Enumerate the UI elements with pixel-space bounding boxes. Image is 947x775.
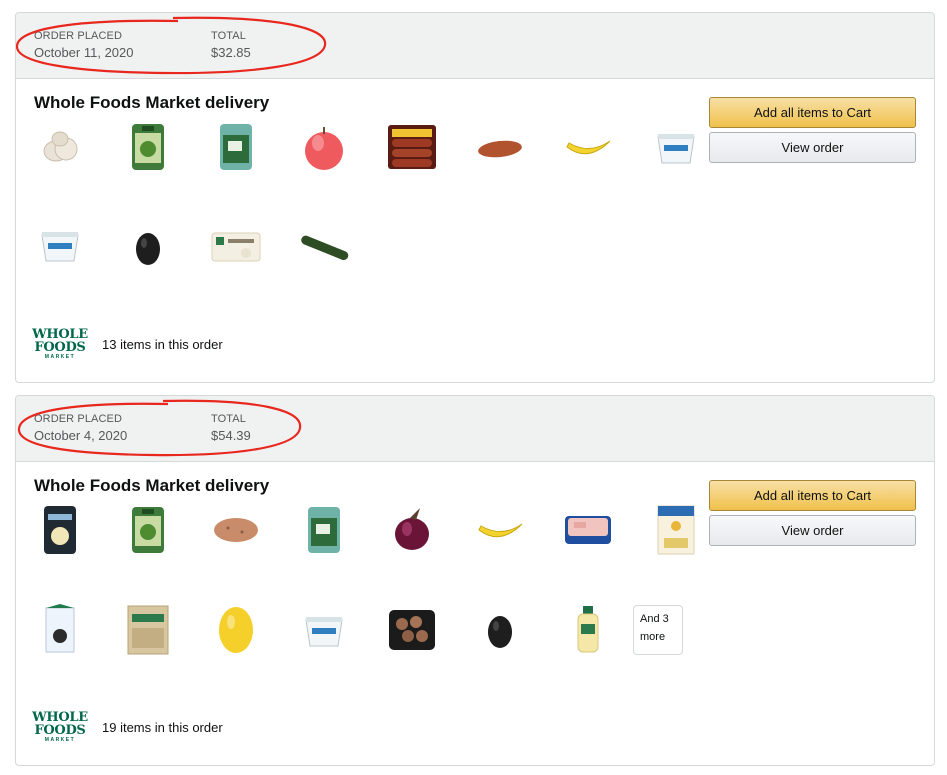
product-cauliflower-rice-bag-thumbnail[interactable] <box>210 221 262 273</box>
view-order-button[interactable]: View order <box>709 132 916 163</box>
order-placed-date: October 4, 2020 <box>34 428 128 443</box>
whole-foods-logo: WHOLE FOODS MARKET <box>32 707 88 747</box>
product-banana-thumbnail[interactable] <box>474 504 526 556</box>
order-total-value: $54.39 <box>211 428 251 443</box>
product-garlic-thumbnail[interactable] <box>34 121 86 173</box>
product-yogurt-cup-thumbnail[interactable] <box>650 121 702 173</box>
product-avocado-thumbnail[interactable] <box>474 604 526 656</box>
product-yogurt-cup-thumbnail[interactable] <box>298 604 350 656</box>
logo-line-1: WHOLE <box>32 709 88 725</box>
product-dressing-bottle-thumbnail[interactable] <box>562 604 614 656</box>
product-packaged-greens-thumbnail[interactable] <box>122 504 174 556</box>
logo-line-3: MARKET <box>44 736 76 743</box>
product-packaged-spinach-thumbnail[interactable] <box>210 121 262 173</box>
order-total-column: TOTAL $54.39 <box>211 412 251 445</box>
order-footer: WHOLE FOODS MARKET 13 items in this orde… <box>32 324 223 364</box>
order-placed-column: ORDER PLACED October 11, 2020 <box>34 29 134 62</box>
order-card: ORDER PLACED October 11, 2020 TOTAL $32.… <box>15 12 935 383</box>
order-body: Whole Foods Market delivery <box>16 462 934 765</box>
add-all-to-cart-button[interactable]: Add all items to Cart <box>709 97 916 128</box>
product-red-onion-thumbnail[interactable] <box>386 504 438 556</box>
product-lemon-thumbnail[interactable] <box>210 604 262 656</box>
product-rice-bag-thumbnail[interactable] <box>122 604 174 656</box>
product-milk-carton-thumbnail[interactable] <box>34 604 86 656</box>
order-total-column: TOTAL $32.85 <box>211 29 251 62</box>
logo-line-2: FOODS <box>34 339 86 355</box>
order-body: Whole Foods Market delivery <box>16 79 934 382</box>
product-chicken-tray-thumbnail[interactable] <box>562 504 614 556</box>
product-apple-thumbnail[interactable] <box>298 121 350 173</box>
product-potato-thumbnail[interactable] <box>210 504 262 556</box>
order-placed-date: October 11, 2020 <box>34 45 134 60</box>
whole-foods-logo: WHOLE FOODS MARKET <box>32 324 88 364</box>
order-total-value: $32.85 <box>211 45 251 60</box>
more-items-tile[interactable]: And 3 more <box>633 605 683 655</box>
product-banana-thumbnail[interactable] <box>562 121 614 173</box>
order-header: ORDER PLACED October 11, 2020 TOTAL $32.… <box>16 13 934 79</box>
add-all-to-cart-button[interactable]: Add all items to Cart <box>709 480 916 511</box>
product-cheese-pouch-thumbnail[interactable] <box>34 504 86 556</box>
item-count-text: 19 items in this order <box>102 719 223 735</box>
order-total-label: TOTAL <box>211 413 246 425</box>
order-card: ORDER PLACED October 4, 2020 TOTAL $54.3… <box>15 395 935 766</box>
order-placed-label: ORDER PLACED <box>34 413 122 425</box>
product-sausage-pack-thumbnail[interactable] <box>386 121 438 173</box>
shipment-title: Whole Foods Market delivery <box>34 93 270 112</box>
order-header: ORDER PLACED October 4, 2020 TOTAL $54.3… <box>16 396 934 462</box>
logo-line-1: WHOLE <box>32 326 88 342</box>
product-packaged-spinach-thumbnail[interactable] <box>298 504 350 556</box>
product-yogurt-cup-thumbnail[interactable] <box>34 221 86 273</box>
view-order-button[interactable]: View order <box>709 515 916 546</box>
order-footer: WHOLE FOODS MARKET 19 items in this orde… <box>32 707 223 747</box>
shipment-title: Whole Foods Market delivery <box>34 476 270 495</box>
order-placed-label: ORDER PLACED <box>34 30 122 42</box>
order-total-label: TOTAL <box>211 30 246 42</box>
logo-line-3: MARKET <box>44 353 76 360</box>
product-packaged-greens-thumbnail[interactable] <box>122 121 174 173</box>
product-pasta-box-thumbnail[interactable] <box>650 504 702 556</box>
order-placed-column: ORDER PLACED October 4, 2020 <box>34 412 127 445</box>
item-count-text: 13 items in this order <box>102 336 223 352</box>
more-items-line-2: more <box>640 631 666 643</box>
more-items-line-1: And 3 <box>640 613 669 625</box>
product-avocado-thumbnail[interactable] <box>122 221 174 273</box>
product-mushroom-tray-thumbnail[interactable] <box>386 604 438 656</box>
product-sweet-potato-thumbnail[interactable] <box>474 121 526 173</box>
product-cucumber-thumbnail[interactable] <box>298 221 350 273</box>
logo-line-2: FOODS <box>34 722 86 738</box>
